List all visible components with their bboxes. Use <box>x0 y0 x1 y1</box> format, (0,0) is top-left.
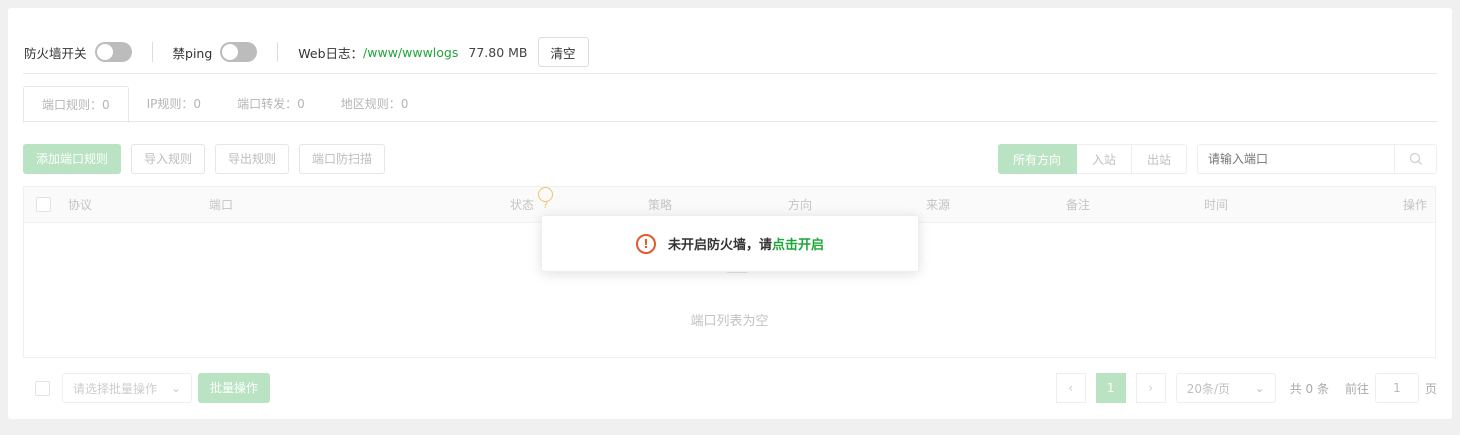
tab-port-forward[interactable]: 端口转发：0 <box>219 86 323 121</box>
direction-all[interactable]: 所有方向 <box>997 144 1077 174</box>
port-search <box>1197 144 1437 174</box>
col-status: 状态? <box>510 187 554 223</box>
footer-select-all-checkbox[interactable] <box>35 380 50 396</box>
port-scan-protection-button[interactable]: 端口防扫描 <box>299 144 386 174</box>
tab-region-rules[interactable]: 地区规则：0 <box>323 86 427 121</box>
col-status-label: 状态 <box>510 198 535 212</box>
col-protocol: 协议 <box>68 198 93 212</box>
page-unit-label: 页 <box>1424 381 1437 396</box>
firewall-panel: 防火墙开关 禁ping Web日志： /www/wwwlogs 77.80 MB… <box>8 8 1452 419</box>
warning-icon: ! <box>635 233 656 254</box>
goto-page-input[interactable]: 1 <box>1374 373 1419 403</box>
col-source: 来源 <box>926 198 951 212</box>
ping-switch-label: 禁ping <box>172 45 213 61</box>
port-rules-table: 协议 端口 状态? 策略 方向 来源 备注 时间 操作 端口列表为空 <box>23 186 1436 358</box>
page-size-select[interactable]: 20条/页 ⌄ <box>1175 373 1276 403</box>
col-actions: 操作 <box>1402 198 1427 212</box>
import-rules-button[interactable]: 导入规则 <box>131 144 206 174</box>
page-size-value: 20条/页 <box>1186 381 1231 396</box>
ping-toggle[interactable] <box>220 42 258 62</box>
chevron-down-icon: ⌄ <box>1254 381 1265 395</box>
toggle-knob <box>222 44 239 60</box>
direction-inbound[interactable]: 入站 <box>1076 144 1132 174</box>
select-all-checkbox[interactable] <box>36 197 51 212</box>
rule-tabs: 端口规则：0 IP规则：0 端口转发：0 地区规则：0 <box>23 86 1437 123</box>
weblog-size: 77.80 MB <box>468 44 528 60</box>
chevron-down-icon: ⌄ <box>170 381 181 395</box>
table-footer: 请选择批量操作 ⌄ 批量操作 ‹ 1 › 20条/页 ⌄ 共 0 条 前往 1 … <box>23 373 1437 403</box>
chevron-right-icon: › <box>1148 381 1154 395</box>
search-icon <box>1409 152 1422 165</box>
pagination: ‹ 1 › 20条/页 ⌄ 共 0 条 前往 1 页 <box>1055 373 1437 403</box>
firewall-switch-label: 防火墙开关 <box>24 45 87 61</box>
firewall-disabled-toast: ! 未开启防火墙，请 点击开启 <box>541 215 919 272</box>
direction-outbound[interactable]: 出站 <box>1131 144 1187 174</box>
rules-toolbar: 添加端口规则 导入规则 导出规则 端口防扫描 所有方向 入站 出站 <box>23 144 1437 174</box>
tab-ip-rules[interactable]: IP规则：0 <box>129 86 219 121</box>
goto-label: 前往 <box>1344 381 1369 396</box>
empty-list-text: 端口列表为空 <box>690 314 769 329</box>
page-number-current[interactable]: 1 <box>1095 373 1126 403</box>
add-port-rule-button[interactable]: 添加端口规则 <box>23 144 122 174</box>
firewall-toggle[interactable] <box>94 42 132 62</box>
weblog-label: Web日志： <box>298 45 364 61</box>
col-port: 端口 <box>209 198 234 212</box>
enable-firewall-link[interactable]: 点击开启 <box>772 234 824 253</box>
prev-page-button[interactable]: ‹ <box>1055 373 1086 403</box>
chevron-left-icon: ‹ <box>1068 381 1074 395</box>
toast-message: 未开启防火墙，请 <box>667 238 772 253</box>
help-icon[interactable]: ? <box>538 187 554 211</box>
search-button[interactable] <box>1394 145 1436 173</box>
tab-port-rules[interactable]: 端口规则：0 <box>23 86 129 123</box>
port-search-input[interactable] <box>1198 145 1394 173</box>
clear-logs-button[interactable]: 清空 <box>537 37 589 67</box>
top-settings-bar: 防火墙开关 禁ping Web日志： /www/wwwlogs 77.80 MB… <box>24 30 1436 74</box>
batch-action-placeholder: 请选择批量操作 <box>73 381 158 396</box>
weblog-path-link[interactable]: /www/wwwlogs <box>363 45 458 60</box>
batch-action-button[interactable]: 批量操作 <box>198 373 271 403</box>
direction-filter: 所有方向 入站 出站 <box>997 144 1187 174</box>
col-time: 时间 <box>1204 198 1229 212</box>
batch-action-select[interactable]: 请选择批量操作 ⌄ <box>62 373 192 403</box>
total-count: 共 0 条 <box>1289 381 1329 396</box>
toggle-knob <box>96 44 113 60</box>
export-rules-button[interactable]: 导出规则 <box>215 144 290 174</box>
separator <box>151 42 153 62</box>
divider <box>23 73 1437 74</box>
separator <box>277 42 279 62</box>
next-page-button[interactable]: › <box>1135 373 1166 403</box>
col-remark: 备注 <box>1066 198 1091 212</box>
